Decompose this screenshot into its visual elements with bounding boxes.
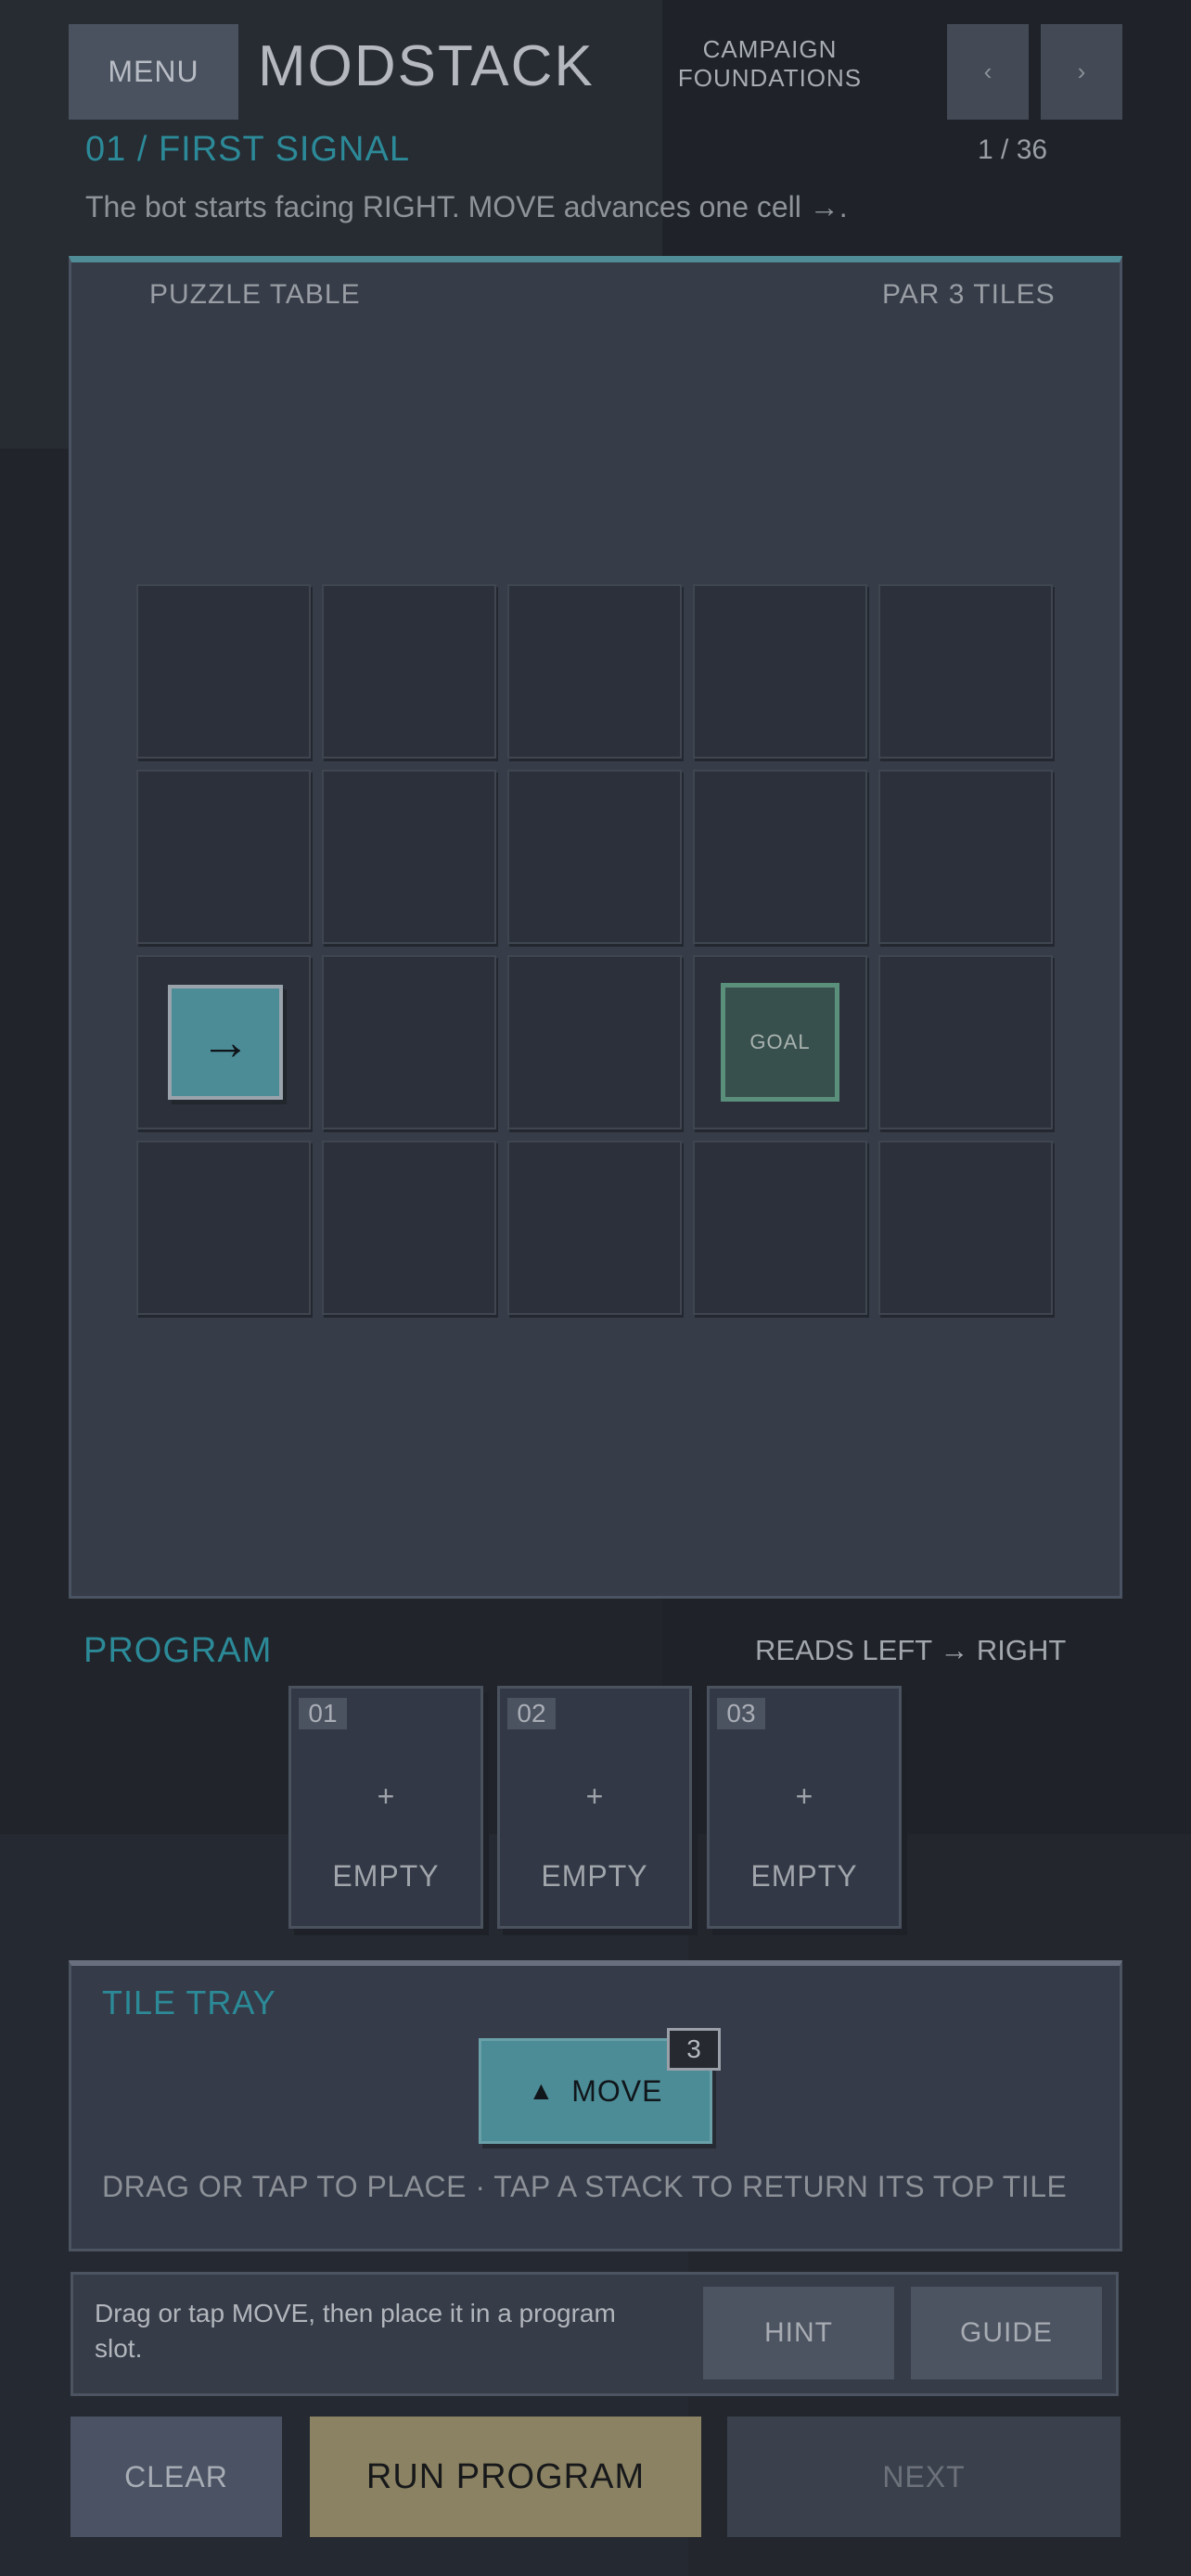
grid-cell[interactable]: [136, 1141, 311, 1315]
menu-button[interactable]: MENU: [69, 24, 238, 120]
plus-icon: +: [377, 1779, 395, 1813]
chevron-right-icon: ›: [1077, 57, 1086, 85]
grid-cell[interactable]: [322, 584, 496, 759]
campaign-label: CAMPAIGN FOUNDATIONS: [673, 35, 866, 93]
plus-icon: +: [795, 1779, 813, 1813]
grid-cell[interactable]: [878, 584, 1053, 759]
clear-button[interactable]: CLEAR: [70, 2417, 282, 2537]
slot-number: 02: [507, 1698, 556, 1729]
chevron-left-icon: ‹: [983, 57, 992, 85]
program-slot[interactable]: 02 + EMPTY: [497, 1686, 692, 1929]
grid-cell[interactable]: [878, 955, 1053, 1129]
program-slot[interactable]: 01 + EMPTY: [288, 1686, 483, 1929]
level-counter: 1 / 36: [978, 134, 1048, 165]
grid-cell[interactable]: [322, 770, 496, 944]
status-message: Drag or tap MOVE, then place it in a pro…: [95, 2299, 616, 2363]
grid-cell[interactable]: [507, 770, 682, 944]
triangle-up-icon: ▲: [528, 2076, 556, 2105]
guide-button[interactable]: GUIDE: [911, 2287, 1102, 2379]
level-description: The bot starts facing RIGHT. MOVE advanc…: [85, 190, 848, 223]
grid-cell[interactable]: [693, 584, 867, 759]
program-direction: READS LEFT → RIGHT: [755, 1634, 1067, 1666]
grid-cell[interactable]: [322, 955, 496, 1129]
slot-state: EMPTY: [750, 1859, 858, 1893]
move-tile-label: MOVE: [571, 2073, 663, 2108]
slot-number: 03: [717, 1698, 765, 1729]
level-title: 01 / FIRST SIGNAL: [85, 130, 410, 169]
campaign-heading: CAMPAIGN: [702, 35, 838, 63]
program-slot[interactable]: 03 + EMPTY: [707, 1686, 902, 1929]
grid-cell[interactable]: [878, 770, 1053, 944]
grid-cell[interactable]: [322, 1141, 496, 1315]
bot-arrow-right-icon: →: [168, 985, 283, 1100]
next-button[interactable]: NEXT: [727, 2417, 1121, 2537]
tile-tray-title: TILE TRAY: [102, 1983, 276, 2021]
slot-state: EMPTY: [541, 1859, 648, 1893]
grid-cell[interactable]: [136, 770, 311, 944]
par-label: PAR 3 TILES: [882, 279, 1056, 310]
puzzle-grid: → GOAL: [136, 584, 1057, 1317]
run-program-button[interactable]: RUN PROGRAM: [310, 2417, 701, 2537]
goal-marker: GOAL: [721, 983, 839, 1102]
app-title: MODSTACK: [258, 34, 595, 98]
grid-cell[interactable]: [507, 955, 682, 1129]
prev-level-button[interactable]: ‹: [947, 24, 1029, 120]
slot-number: 01: [299, 1698, 347, 1729]
plus-icon: +: [585, 1779, 604, 1813]
grid-cell[interactable]: [507, 1141, 682, 1315]
hint-button[interactable]: HINT: [703, 2287, 894, 2379]
grid-cell[interactable]: →: [136, 955, 311, 1129]
puzzle-table-label: PUZZLE TABLE: [149, 279, 361, 310]
slot-state: EMPTY: [332, 1859, 440, 1893]
program-title: PROGRAM: [83, 1631, 273, 1670]
grid-cell[interactable]: [507, 584, 682, 759]
tile-count-badge: 3: [667, 2028, 721, 2071]
grid-cell[interactable]: [878, 1141, 1053, 1315]
grid-cell[interactable]: [693, 770, 867, 944]
tray-hint-text: DRAG OR TAP TO PLACE · TAP A STACK TO RE…: [102, 2170, 1068, 2203]
campaign-name: FOUNDATIONS: [677, 64, 863, 92]
grid-cell[interactable]: [136, 584, 311, 759]
grid-cell[interactable]: GOAL: [693, 955, 867, 1129]
next-level-nav-button[interactable]: ›: [1041, 24, 1122, 120]
grid-cell[interactable]: [693, 1141, 867, 1315]
